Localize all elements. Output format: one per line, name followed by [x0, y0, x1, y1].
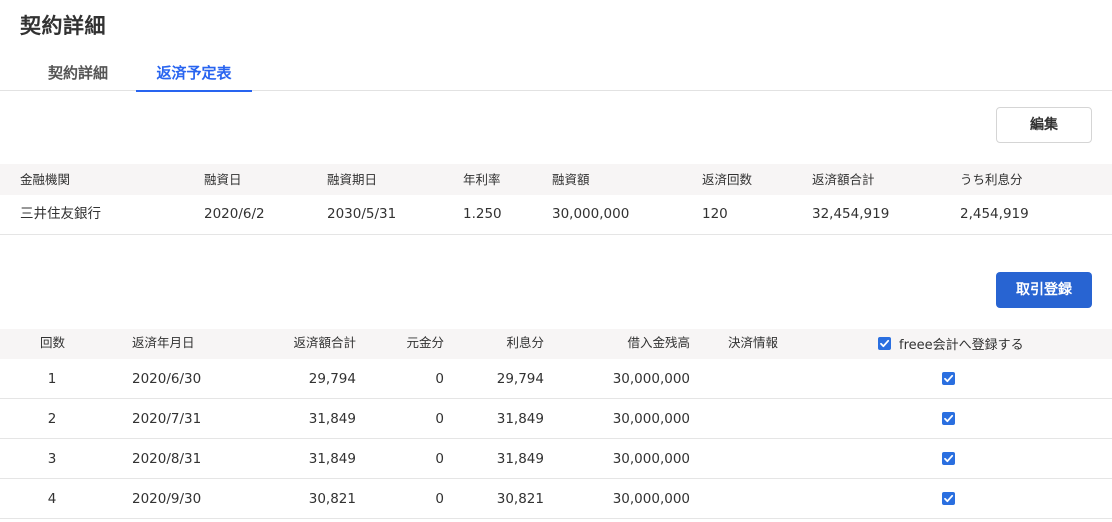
column-header-no: 回数	[40, 335, 66, 350]
row-no: 3	[47, 451, 57, 467]
column-header-settlement: 決済情報	[728, 335, 779, 350]
column-header-annual-rate: 年利率	[463, 172, 501, 187]
row-no: 4	[47, 491, 57, 507]
row-principal: 0	[435, 371, 444, 387]
column-header-interest-portion: うち利息分	[960, 172, 1023, 187]
row-principal: 0	[435, 411, 444, 427]
table-row: 3 2020/8/31 31,849 0 31,849 30,000,000	[0, 439, 1112, 479]
annual-rate: 1.250	[463, 206, 502, 222]
register-checkbox[interactable]	[942, 492, 955, 505]
check-icon	[944, 494, 954, 503]
repayment-total: 32,454,919	[812, 206, 890, 222]
tab-repayment-schedule[interactable]: 返済予定表	[136, 56, 252, 92]
row-interest: 31,849	[496, 411, 544, 427]
row-repayment-date: 2020/7/31	[132, 411, 202, 427]
register-transaction-button[interactable]: 取引登録	[996, 272, 1092, 308]
column-header-repayment-date: 返済年月日	[132, 335, 195, 350]
check-icon	[880, 339, 890, 347]
repayment-count: 120	[702, 206, 728, 222]
row-repayment-date: 2020/9/30	[132, 491, 202, 507]
register-checkbox[interactable]	[942, 412, 955, 425]
row-balance: 30,000,000	[612, 451, 690, 467]
page-title: 契約詳細	[20, 14, 106, 38]
row-principal: 0	[435, 451, 444, 467]
register-checkbox[interactable]	[942, 372, 955, 385]
column-header-balance: 借入金残高	[627, 335, 690, 350]
column-header-repayment-total: 返済額合計	[812, 172, 875, 187]
tab-contract-detail[interactable]: 契約詳細	[28, 56, 128, 91]
loan-amount: 30,000,000	[552, 206, 630, 222]
tab-bar: 契約詳細 返済予定表	[0, 56, 1112, 92]
column-header-principal: 元金分	[406, 335, 444, 350]
schedule-table-header: 回数 返済年月日 返済額合計 元金分 利息分 借入金残高 決済情報 freee会…	[0, 329, 1112, 359]
row-repayment-total: 29,794	[308, 371, 356, 387]
column-header-repayment-count: 返済回数	[702, 172, 753, 187]
table-row: 1 2020/6/30 29,794 0 29,794 30,000,000	[0, 359, 1112, 399]
check-icon	[944, 414, 954, 423]
column-header-bank: 金融機関	[20, 172, 71, 187]
column-header-due-date: 融資期日	[327, 172, 378, 187]
column-header-loan-amount: 融資額	[552, 172, 590, 187]
register-all-label: freee会計へ登録する	[899, 337, 1024, 353]
row-repayment-total: 31,849	[308, 411, 356, 427]
row-repayment-total: 31,849	[308, 451, 356, 467]
row-interest: 29,794	[496, 371, 544, 387]
row-balance: 30,000,000	[612, 411, 690, 427]
row-repayment-date: 2020/6/30	[132, 371, 202, 387]
row-interest: 31,849	[496, 451, 544, 467]
register-checkbox[interactable]	[942, 452, 955, 465]
row-interest: 30,821	[496, 491, 544, 507]
table-row: 4 2020/9/30 30,821 0 30,821 30,000,000	[0, 479, 1112, 519]
bank-name: 三井住友銀行	[20, 206, 101, 222]
register-all-checkbox[interactable]	[878, 336, 891, 350]
row-principal: 0	[435, 491, 444, 507]
due-date: 2030/5/31	[327, 206, 397, 222]
contract-row: 三井住友銀行 2020/6/2 2030/5/31 1.250 30,000,0…	[0, 195, 1112, 235]
register-all-control: freee会計へ登録する	[878, 329, 1024, 357]
row-repayment-date: 2020/8/31	[132, 451, 202, 467]
check-icon	[944, 454, 954, 463]
contract-table-header: 金融機関 融資日 融資期日 年利率 融資額 返済回数 返済額合計 うち利息分	[0, 164, 1112, 195]
column-header-repayment-total: 返済額合計	[293, 335, 356, 350]
edit-button[interactable]: 編集	[996, 107, 1092, 143]
loan-date: 2020/6/2	[204, 206, 265, 222]
row-balance: 30,000,000	[612, 491, 690, 507]
column-header-loan-date: 融資日	[204, 172, 242, 187]
row-no: 2	[47, 411, 57, 427]
interest-portion: 2,454,919	[960, 206, 1029, 222]
column-header-interest: 利息分	[506, 335, 544, 350]
check-icon	[944, 374, 954, 383]
row-repayment-total: 30,821	[308, 491, 356, 507]
row-balance: 30,000,000	[612, 371, 690, 387]
schedule-table-body: 1 2020/6/30 29,794 0 29,794 30,000,000 2 2020/7…	[0, 359, 1112, 519]
table-row: 2 2020/7/31 31,849 0 31,849 30,000,000	[0, 399, 1112, 439]
row-no: 1	[47, 371, 57, 387]
